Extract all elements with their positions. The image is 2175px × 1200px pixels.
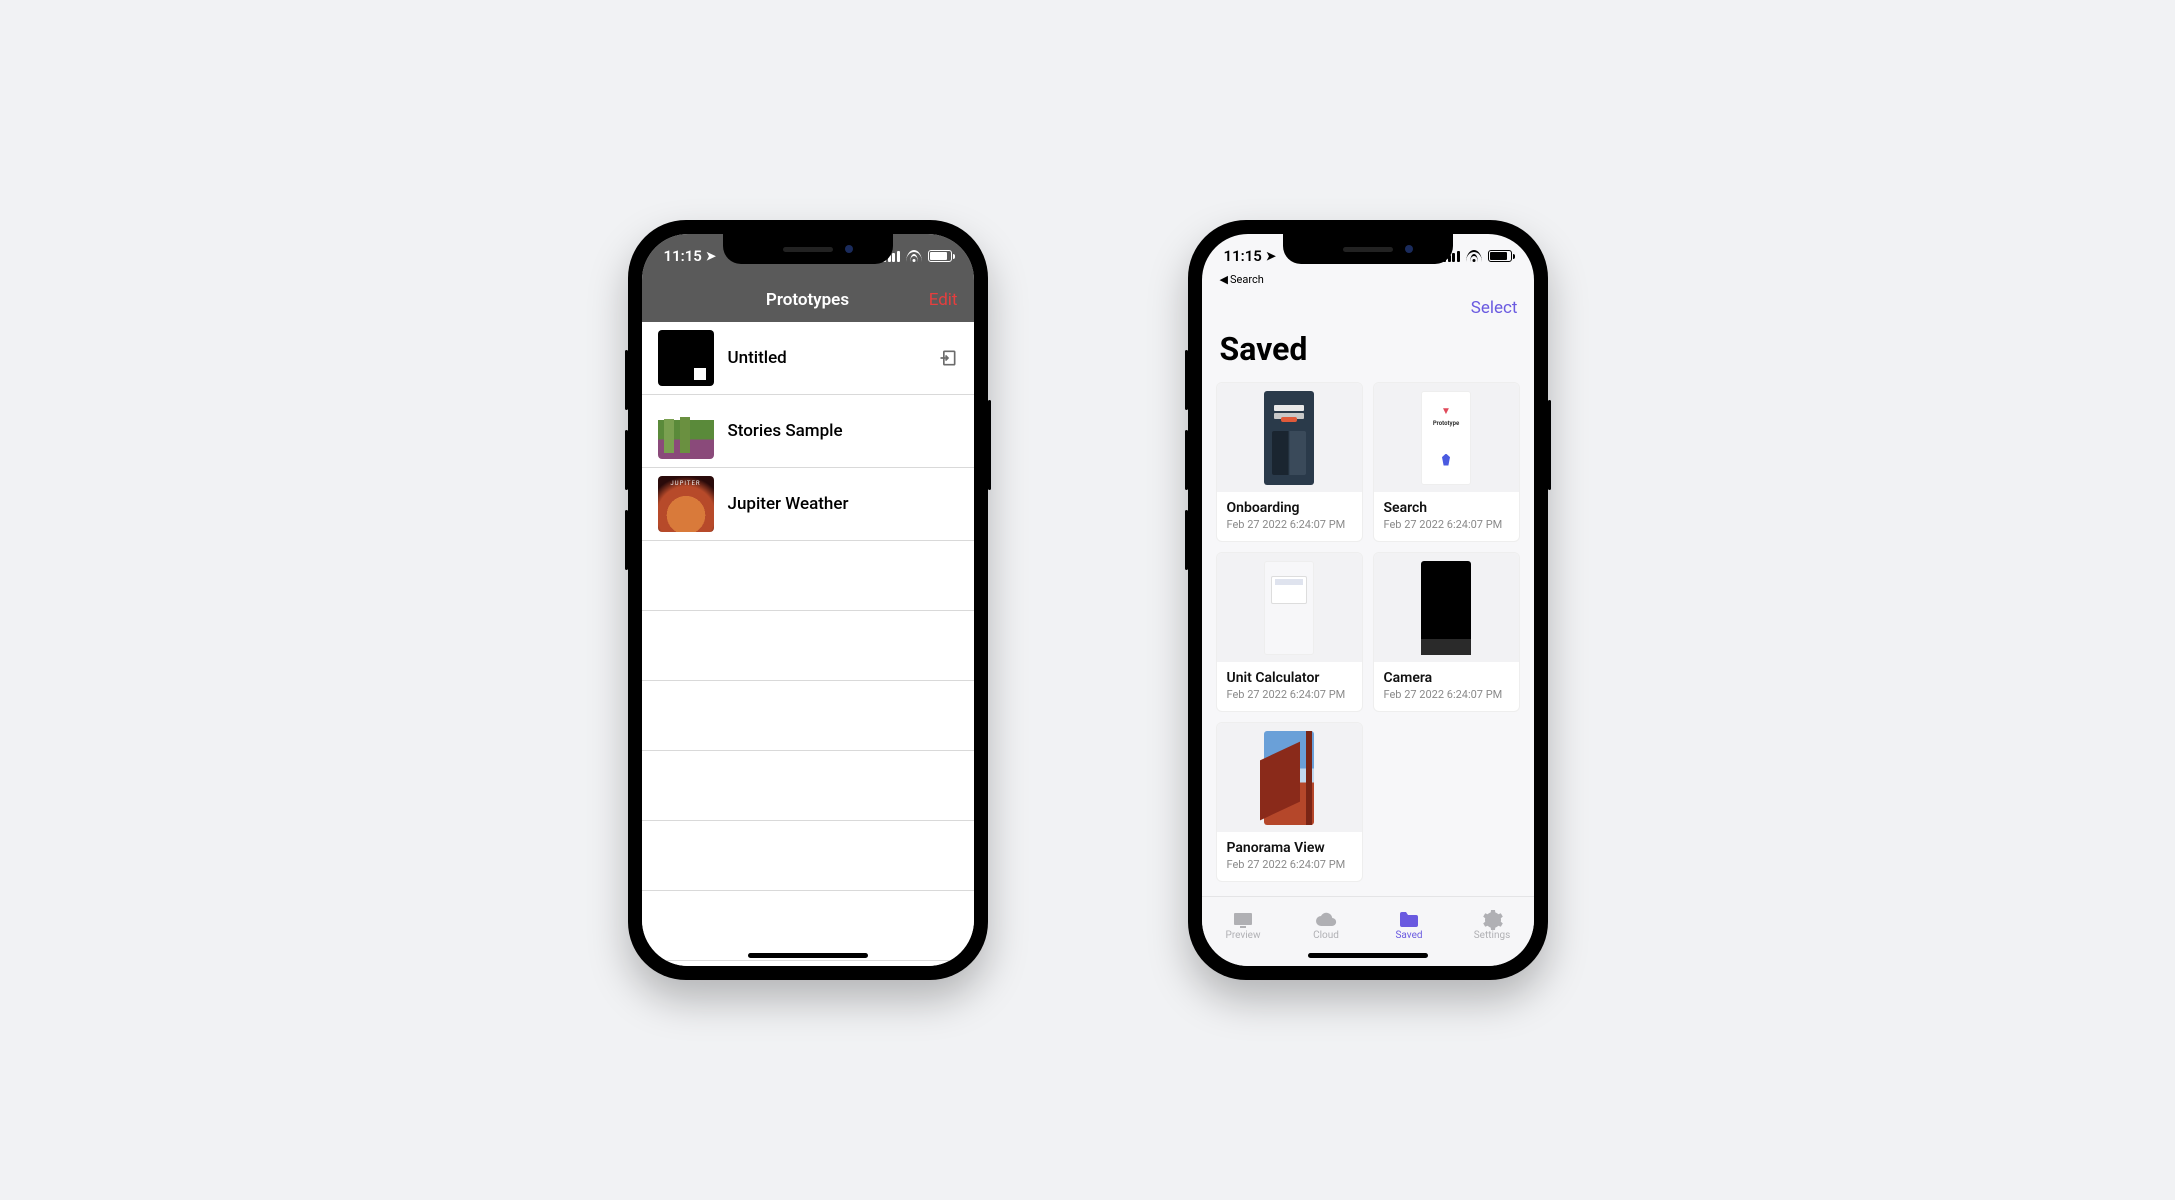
prototype-screenshot <box>1264 731 1314 825</box>
card-preview <box>1374 553 1519 662</box>
saved-card[interactable]: Onboarding Feb 27 2022 6:24:07 PM <box>1216 382 1363 542</box>
home-indicator[interactable] <box>748 953 868 958</box>
card-preview: Prototype <box>1374 383 1519 492</box>
navbar: Prototypes Edit <box>642 278 974 322</box>
saved-card[interactable]: Prototype Search Feb 27 2022 6:24:07 PM <box>1373 382 1520 542</box>
preview-icon <box>1231 908 1255 928</box>
prototype-thumbnail <box>658 403 714 459</box>
prototype-row[interactable]: Untitled <box>642 322 974 395</box>
gear-icon <box>1480 908 1504 928</box>
empty-row <box>642 611 974 681</box>
import-icon[interactable] <box>938 348 958 368</box>
card-title: Camera <box>1384 670 1509 686</box>
phone-prototypes: 11:15 ➤ Prototypes Edit Untitled Stories… <box>628 220 988 980</box>
card-title: Onboarding <box>1227 500 1352 516</box>
tab-saved[interactable]: Saved <box>1368 897 1451 952</box>
page-title: Saved <box>1202 330 1534 378</box>
battery-icon <box>1488 250 1512 262</box>
card-date: Feb 27 2022 6:24:07 PM <box>1227 858 1352 871</box>
card-preview <box>1217 723 1362 832</box>
select-button[interactable]: Select <box>1471 298 1518 318</box>
prototype-title: Untitled <box>728 348 924 368</box>
wifi-icon <box>906 250 922 262</box>
prototype-screenshot <box>1264 391 1314 485</box>
cloud-icon <box>1314 908 1338 928</box>
device-notch <box>723 234 893 264</box>
navbar-title: Prototypes <box>766 290 849 310</box>
prototype-title: Stories Sample <box>728 421 958 441</box>
saved-grid[interactable]: Onboarding Feb 27 2022 6:24:07 PM Protot… <box>1202 378 1534 896</box>
wifi-icon <box>1466 250 1482 262</box>
tab-settings[interactable]: Settings <box>1451 897 1534 952</box>
prototype-screenshot: Prototype <box>1421 391 1471 485</box>
saved-card[interactable]: Panorama View Feb 27 2022 6:24:07 PM <box>1216 722 1363 882</box>
saved-card[interactable]: Unit Calculator Feb 27 2022 6:24:07 PM <box>1216 552 1363 712</box>
navbar: Select <box>1202 286 1534 330</box>
location-icon: ➤ <box>1266 249 1276 263</box>
prototype-thumbnail <box>658 476 714 532</box>
empty-row <box>642 751 974 821</box>
status-time: 11:15 <box>1224 247 1262 265</box>
battery-icon <box>928 250 952 262</box>
empty-row <box>642 891 974 961</box>
prototype-thumbnail <box>658 330 714 386</box>
phone-saved: 11:15 ➤ ◀ Search Select Saved Onboarding… <box>1188 220 1548 980</box>
folder-icon <box>1397 908 1421 928</box>
card-title: Search <box>1384 500 1509 516</box>
status-time: 11:15 <box>664 247 702 265</box>
prototype-list[interactable]: Untitled Stories Sample Jupiter Weather <box>642 322 974 966</box>
card-date: Feb 27 2022 6:24:07 PM <box>1384 518 1509 531</box>
saved-card[interactable]: Camera Feb 27 2022 6:24:07 PM <box>1373 552 1520 712</box>
home-indicator[interactable] <box>1308 953 1428 958</box>
empty-row <box>642 821 974 891</box>
card-title: Unit Calculator <box>1227 670 1352 686</box>
tab-preview[interactable]: Preview <box>1202 897 1285 952</box>
tab-label: Preview <box>1226 930 1261 941</box>
edit-button[interactable]: Edit <box>929 290 958 310</box>
tab-cloud[interactable]: Cloud <box>1285 897 1368 952</box>
device-notch <box>1283 234 1453 264</box>
prototype-row[interactable]: Jupiter Weather <box>642 468 974 541</box>
empty-row <box>642 541 974 611</box>
card-date: Feb 27 2022 6:24:07 PM <box>1227 518 1352 531</box>
card-title: Panorama View <box>1227 840 1352 856</box>
card-preview <box>1217 383 1362 492</box>
card-date: Feb 27 2022 6:24:07 PM <box>1384 688 1509 701</box>
location-icon: ➤ <box>706 249 716 263</box>
card-preview <box>1217 553 1362 662</box>
tab-label: Settings <box>1474 930 1511 941</box>
prototype-title: Jupiter Weather <box>728 494 958 514</box>
card-date: Feb 27 2022 6:24:07 PM <box>1227 688 1352 701</box>
prototype-screenshot <box>1421 561 1471 655</box>
tab-label: Cloud <box>1313 930 1339 941</box>
tab-label: Saved <box>1395 930 1422 941</box>
prototype-screenshot <box>1264 561 1314 655</box>
prototype-row[interactable]: Stories Sample <box>642 395 974 468</box>
empty-row <box>642 681 974 751</box>
